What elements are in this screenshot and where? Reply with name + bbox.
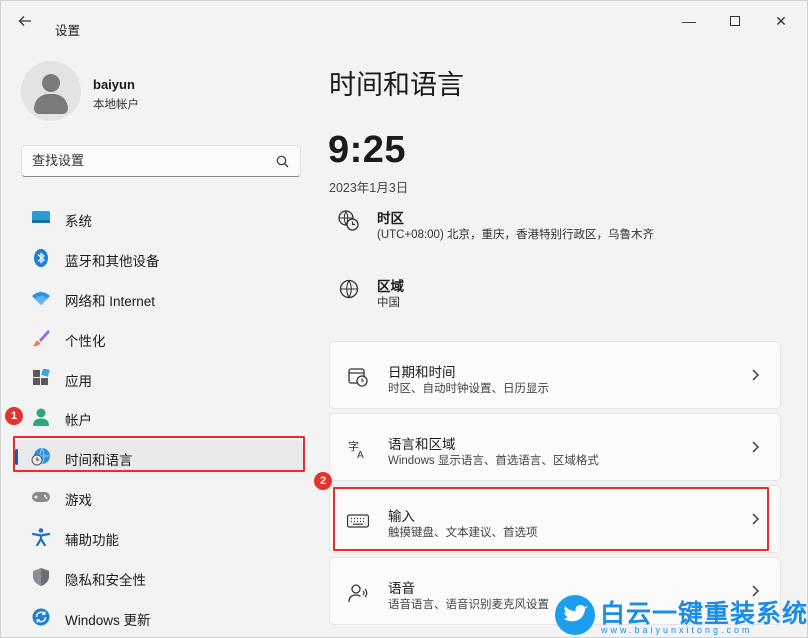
user-name: baiyun: [93, 77, 135, 92]
back-button[interactable]: [17, 13, 37, 31]
minimize-button[interactable]: —: [667, 9, 711, 33]
globe-icon: [337, 277, 361, 301]
sidebar-item-bluetooth[interactable]: 蓝牙和其他设备: [15, 241, 303, 275]
brush-icon: [31, 329, 51, 347]
card-subtitle: Windows 显示语言、首选语言、区域格式: [388, 452, 599, 468]
sidebar-item-windows-update[interactable]: Windows 更新: [15, 600, 303, 634]
watermark: 白云一键重装系统 www.baiyunxitong.com: [553, 593, 808, 638]
bluetooth-icon: [31, 249, 51, 267]
chevron-right-icon: [750, 438, 762, 456]
avatar[interactable]: [21, 61, 81, 121]
settings-window: 设置 — ✕ baiyun 本地帐户 系统 蓝牙和其他设备 网络和 Intern…: [0, 0, 808, 638]
card-title: 语音: [388, 577, 415, 597]
sidebar-item-label: 游戏: [65, 489, 92, 509]
card-subtitle: 时区、自动时钟设置、日历显示: [388, 380, 549, 396]
maximize-icon: [730, 16, 740, 26]
search-box[interactable]: [21, 145, 301, 177]
sidebar-item-personalization[interactable]: 个性化: [15, 321, 303, 355]
card-language-region[interactable]: 字A 语言和区域 Windows 显示语言、首选语言、区域格式: [329, 413, 781, 481]
card-subtitle: 语音语言、语音识别麦克风设置: [388, 596, 549, 612]
timezone-title: 时区: [377, 207, 404, 227]
chevron-right-icon: [750, 366, 762, 384]
app-title: 设置: [55, 20, 80, 39]
calendar-clock-icon: [347, 366, 369, 388]
gamepad-icon: [31, 488, 51, 506]
sidebar-item-accounts[interactable]: 帐户: [15, 400, 303, 434]
system-icon: [31, 209, 51, 227]
title-bar: 设置 — ✕: [1, 1, 807, 41]
sidebar-item-label: 网络和 Internet: [65, 290, 155, 310]
card-title: 语言和区域: [388, 433, 456, 453]
search-input[interactable]: [32, 153, 262, 168]
sidebar-item-gaming[interactable]: 游戏: [15, 480, 303, 514]
language-icon: 字A: [347, 438, 369, 460]
accessibility-icon: [31, 528, 51, 546]
sidebar-item-label: 个性化: [65, 330, 106, 350]
back-arrow-icon: [17, 13, 33, 29]
annotation-highlight-sidebar: [13, 436, 305, 472]
close-button[interactable]: ✕: [759, 9, 803, 33]
sidebar-item-label: 应用: [65, 370, 92, 390]
annotation-highlight-typing: [333, 487, 769, 551]
card-date-time[interactable]: 日期和时间 时区、自动时钟设置、日历显示: [329, 341, 781, 409]
bird-icon: [555, 595, 595, 635]
timezone-value: (UTC+08:00) 北京，重庆，香港特别行政区，乌鲁木齐: [377, 226, 654, 242]
account-icon: [31, 408, 51, 426]
avatar-body-icon: [34, 94, 68, 114]
card-title: 日期和时间: [388, 361, 456, 381]
step-badge-1: 1: [5, 407, 23, 425]
sidebar-item-label: 系统: [65, 210, 92, 230]
bird-logo-icon: [555, 595, 595, 635]
watermark-url: www.baiyunxitong.com: [601, 625, 753, 635]
sidebar-item-label: Windows 更新: [65, 609, 151, 629]
svg-text:A: A: [357, 450, 364, 460]
sidebar-item-privacy[interactable]: 隐私和安全性: [15, 560, 303, 594]
maximize-button[interactable]: [713, 9, 757, 33]
speech-icon: [347, 582, 369, 604]
sidebar-item-label: 帐户: [65, 409, 92, 429]
region-title: 区域: [377, 275, 404, 295]
account-type: 本地帐户: [93, 96, 139, 112]
sidebar-item-label: 隐私和安全性: [65, 569, 146, 589]
globe-clock-icon: [337, 209, 361, 233]
current-date: 2023年1月3日: [329, 177, 408, 196]
step-badge-2: 2: [314, 472, 332, 490]
sidebar-item-network[interactable]: 网络和 Internet: [15, 281, 303, 315]
current-time: 9:25: [328, 129, 406, 172]
region-value: 中国: [377, 294, 400, 310]
apps-icon: [31, 369, 51, 387]
avatar-head-icon: [42, 74, 60, 92]
page-title: 时间和语言: [329, 63, 464, 102]
sidebar-item-label: 辅助功能: [65, 529, 119, 549]
search-icon: [276, 155, 289, 168]
sidebar-item-accessibility[interactable]: 辅助功能: [15, 520, 303, 554]
sidebar-item-label: 蓝牙和其他设备: [65, 250, 160, 270]
sidebar-item-system[interactable]: 系统: [15, 201, 303, 235]
sidebar-item-apps[interactable]: 应用: [15, 361, 303, 395]
update-icon: [31, 608, 51, 626]
shield-icon: [31, 568, 51, 586]
wifi-icon: [31, 289, 51, 307]
